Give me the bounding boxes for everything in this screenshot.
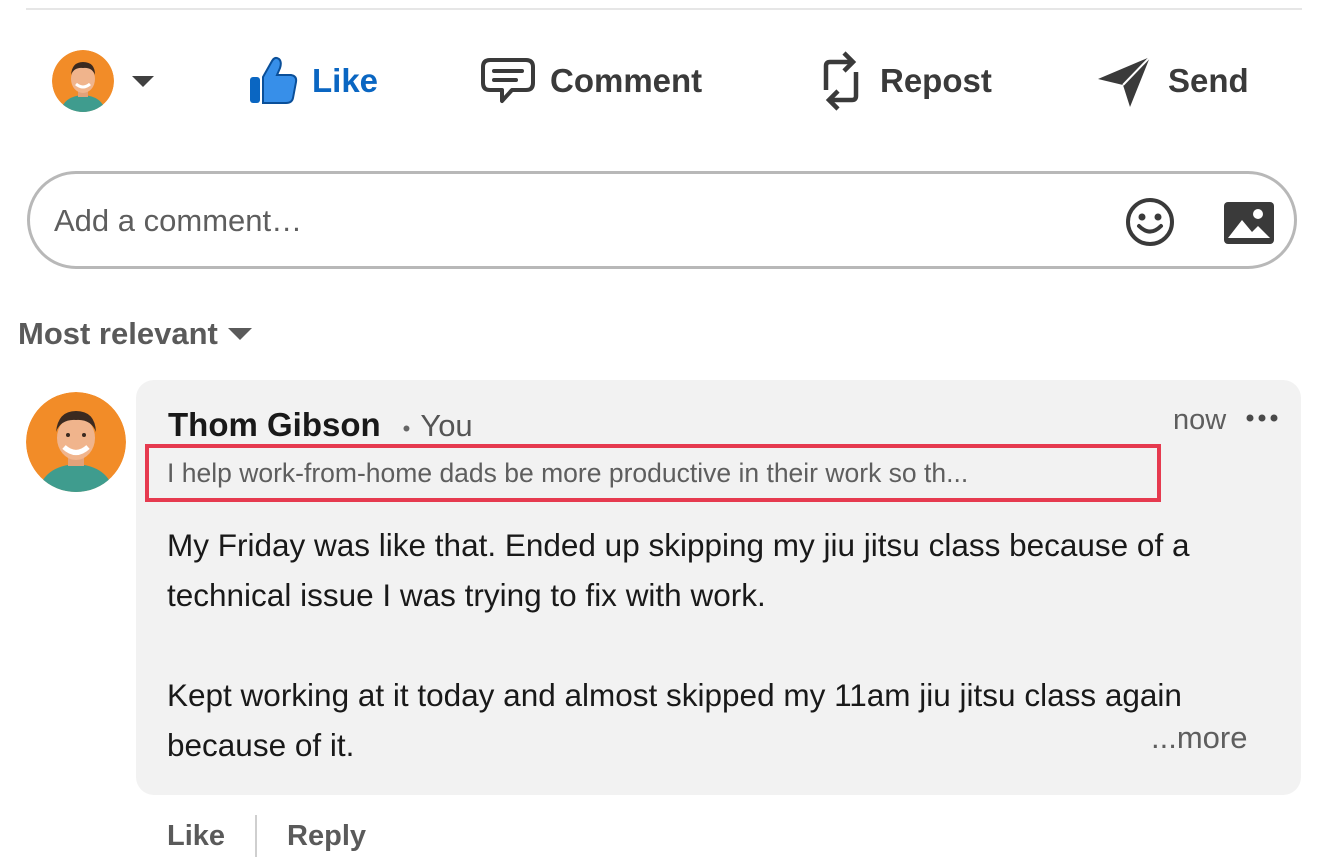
repost-label: Repost (880, 62, 992, 99)
thumbs-up-icon (250, 56, 298, 104)
author-relation: You (420, 408, 473, 443)
comment-label: Comment (550, 62, 703, 99)
divider (255, 815, 258, 857)
avatar (52, 50, 114, 112)
repost-arrows-icon (823, 51, 859, 111)
smiley-icon[interactable] (1124, 196, 1176, 248)
like-label: Like (312, 62, 379, 99)
paper-plane-icon (1098, 56, 1151, 107)
speech-bubble-icon (481, 58, 535, 103)
comment-author-row: Thom Gibson • You (168, 406, 473, 448)
send-label: Send (1168, 62, 1249, 99)
repost-button[interactable]: Repost (816, 50, 992, 112)
see-more-link[interactable]: ...more (1151, 720, 1247, 756)
top-divider (26, 8, 1302, 10)
avatar[interactable] (26, 392, 126, 492)
like-button[interactable]: Like (248, 50, 378, 112)
comment-body: My Friday was like that. Ended up skippi… (167, 520, 1277, 770)
chevron-down-icon (132, 75, 154, 87)
author-headline: I help work-from-home dads be more produ… (167, 458, 969, 488)
ellipsis-icon[interactable] (1242, 406, 1282, 432)
comment-bubble: Thom Gibson • You now I help work-from-h… (136, 380, 1301, 795)
sort-label: Most relevant (18, 316, 218, 351)
comment-actions: Like Reply (167, 812, 366, 860)
comment-paragraph: Kept working at it today and almost skip… (167, 677, 1182, 763)
comment-like-button[interactable]: Like (167, 820, 225, 853)
send-button[interactable]: Send (1096, 50, 1249, 112)
comment-button[interactable]: Comment (480, 50, 702, 112)
comment-paragraph: My Friday was like that. Ended up skippi… (167, 527, 1190, 613)
comment-timestamp: now (1173, 404, 1227, 436)
comment-input-box (27, 171, 1297, 269)
comment-reply-button[interactable]: Reply (287, 820, 366, 853)
comment-input[interactable] (52, 192, 1096, 250)
author-name[interactable]: Thom Gibson (168, 406, 381, 444)
image-icon[interactable] (1222, 200, 1276, 246)
caret-down-icon (227, 328, 252, 340)
bullet-separator: • (402, 416, 411, 441)
post-action-bar: Like Comment Repost Send (0, 40, 1330, 124)
sort-dropdown[interactable]: Most relevant (18, 312, 252, 356)
actor-switcher[interactable] (52, 50, 154, 112)
